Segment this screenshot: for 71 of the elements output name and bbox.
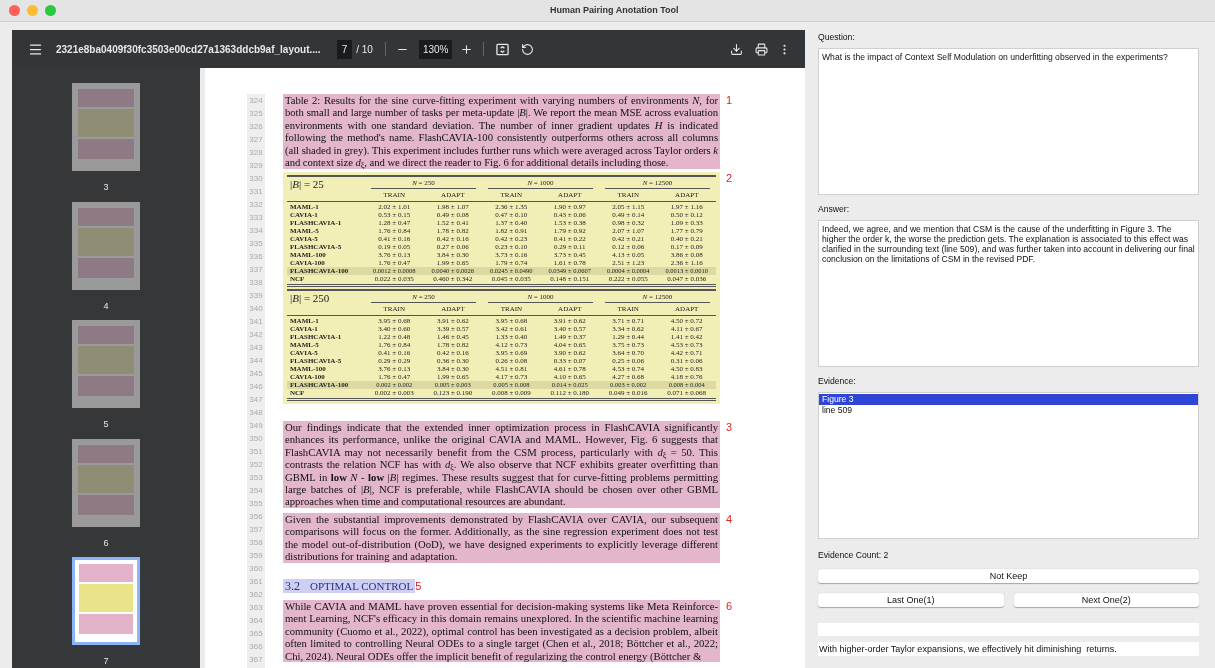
- page-thumbnail[interactable]: [72, 83, 140, 171]
- last-one-button[interactable]: Last One(1): [818, 592, 1004, 607]
- line-number: 332: [249, 199, 263, 211]
- question-field[interactable]: What is the impact of Context Self Modulation on underfitting observed in the experiments?: [818, 47, 1199, 195]
- line-number: 364: [249, 615, 263, 627]
- highlighted-paragraph: Our findings indicate that the extended inner optimization process in FlashCAVIA significantly enhances its performance, unlike the original CAVIA and MAML. However, Fig. 6 suggests that FlashCAVIA may not necessarily benefit from the CSM process, particularly with d$_{ξ}$ = 50. This contrasts the relation NCF has with d$_{ξ}$. We also observe that NCF exhibits greater overfitting than GBML in low N - low |B| regimes. These results suggest that for curve-fitting problems permitting large batches of |B|, NCF is preferable, while FlashCAVIA should be chosen over other GBML approaches when time and computational resources are abundant.: [283, 420, 720, 508]
- section-number: 3.2: [285, 578, 300, 593]
- line-number: 361: [249, 576, 263, 588]
- line-number: 347: [249, 394, 263, 406]
- zoom-window-icon[interactable]: [45, 5, 56, 16]
- evidence-count: Evidence Count: 2: [818, 548, 890, 562]
- field-label: Evidence:: [818, 374, 857, 388]
- minimize-window-icon[interactable]: [27, 5, 38, 16]
- line-number: 340: [249, 303, 263, 315]
- window-title: Human Pairing Anotation Tool: [550, 3, 679, 17]
- summary-field[interactable]: With higher-order Taylor expansions, we effectively hit diminishing returns.: [818, 641, 1199, 656]
- evidence-item[interactable]: line 509: [819, 404, 1198, 416]
- highlighted-paragraph: Table 2: Results for the sine curve-fitting experiment with varying numbers of environments N, for both small and large number of tasks per meta-update |B|. We report the mean MSE across evaluation environments with one standard deviation. The number of inner gradient updates H is indicated following the method's name. FlashCAVIA-100 consistently outperforms others across all columns (all shaded in grey). This experiment includes further runs which were averaged across Taylor orders k and context size d$_{ξ}$, and we direct the reader to Fig. 6 for additional details including those.: [283, 94, 720, 169]
- table-label: |B| = 250: [290, 291, 330, 304]
- page-thumbnail[interactable]: [72, 320, 140, 408]
- line-number: 344: [249, 355, 263, 367]
- line-number: 345: [249, 368, 263, 380]
- table-label: |B| = 25: [290, 177, 324, 190]
- page-input[interactable]: 7: [336, 39, 353, 59]
- evidence-item[interactable]: Figure 3: [819, 393, 1198, 405]
- fit-page-icon[interactable]: [496, 42, 510, 56]
- line-number: 331: [249, 186, 263, 198]
- page-number: 3: [103, 181, 109, 194]
- download-icon[interactable]: [730, 42, 743, 56]
- highlighted-paragraph: Given the substantial improvements demonstrated by FlashCAVIA over CAVIA, our subsequent comparisons will focus on the former. Additionally, as the sine regression experiment does not test the model out-of-distribution (OoD), we have designed experiments to explicitly leverage different distributions for training and adaptation.: [283, 512, 720, 563]
- zoom-in-icon[interactable]: [460, 42, 474, 56]
- page-number: 4: [103, 299, 109, 313]
- page-number: 6: [103, 536, 109, 550]
- page-number: 7: [103, 655, 109, 668]
- page-thumbnail[interactable]: [72, 201, 140, 290]
- line-number: 342: [249, 329, 263, 341]
- line-number: 346: [249, 381, 263, 393]
- annotation-number: 1: [725, 94, 732, 106]
- line-number: 362: [249, 589, 263, 601]
- page-count: / 10: [356, 42, 373, 57]
- line-number: 351: [249, 446, 263, 458]
- close-window-icon[interactable]: [9, 5, 20, 16]
- annotation-number: 5: [415, 578, 422, 593]
- zoom-input[interactable]: 130%: [418, 39, 453, 59]
- line-number: 354: [249, 485, 263, 497]
- highlighted-paragraph: While CAVIA and MAML have proven essential for decision-making systems like Meta Reinforce-ment Learning, NCF's efficacy in this domain remains unexplored. In the scientific machine learning community (Cuomo et al., 2022), optimal control has been investigated as a decision problem, albeit often limited to controlling Neural ODEs to a single target (Chen et al., 2018; Böttcher et al., 2022; Chi, 2024). Neural ODEs offer the implicit benefit of regularizing the control energy (Böttcher &: [283, 599, 720, 662]
- line-number: 343: [249, 342, 263, 354]
- line-number: 348: [249, 407, 263, 419]
- rotate-icon[interactable]: [521, 42, 535, 56]
- file-name: 2321e8ba0409f30fc3503e00cd27a1363ddcb9af_layout....: [56, 42, 321, 57]
- line-number: 349: [249, 420, 263, 432]
- evidence-list[interactable]: Figure 3 line 509: [818, 391, 1199, 539]
- page-thumbnail[interactable]: [72, 557, 140, 645]
- field-label: Answer:: [818, 202, 851, 216]
- annotation-number: 6: [725, 599, 732, 612]
- print-icon[interactable]: [755, 42, 768, 56]
- section-title: OPTIMAL CONTROL: [310, 578, 414, 593]
- annotation-number: 3: [725, 420, 732, 433]
- menu-icon[interactable]: [28, 41, 43, 57]
- field-label: Question:: [818, 31, 856, 44]
- annotation-number: 2: [725, 171, 732, 184]
- line-number: 334: [249, 225, 263, 237]
- line-number: 324: [249, 95, 263, 107]
- line-number: 341: [249, 316, 263, 328]
- line-number: 352: [249, 459, 263, 471]
- answer-field[interactable]: Indeed, we agree, and we mention that CSM is the cause of the underfitting in Figure 3. The higher the order k, the worse the prediction gets. The explanation is associated to this effect was clarified in the surrounding text (line 509), and was further taken into account in delivering our final conclusion on the limitations of CSM in the revised PDF.: [818, 219, 1199, 367]
- page-number: 5: [103, 418, 109, 431]
- not-keep-button[interactable]: Not Keep: [818, 568, 1199, 583]
- next-one-button[interactable]: Next One(2): [1013, 592, 1199, 607]
- page-thumbnail[interactable]: [72, 438, 140, 527]
- annotation-number: 4: [725, 512, 732, 525]
